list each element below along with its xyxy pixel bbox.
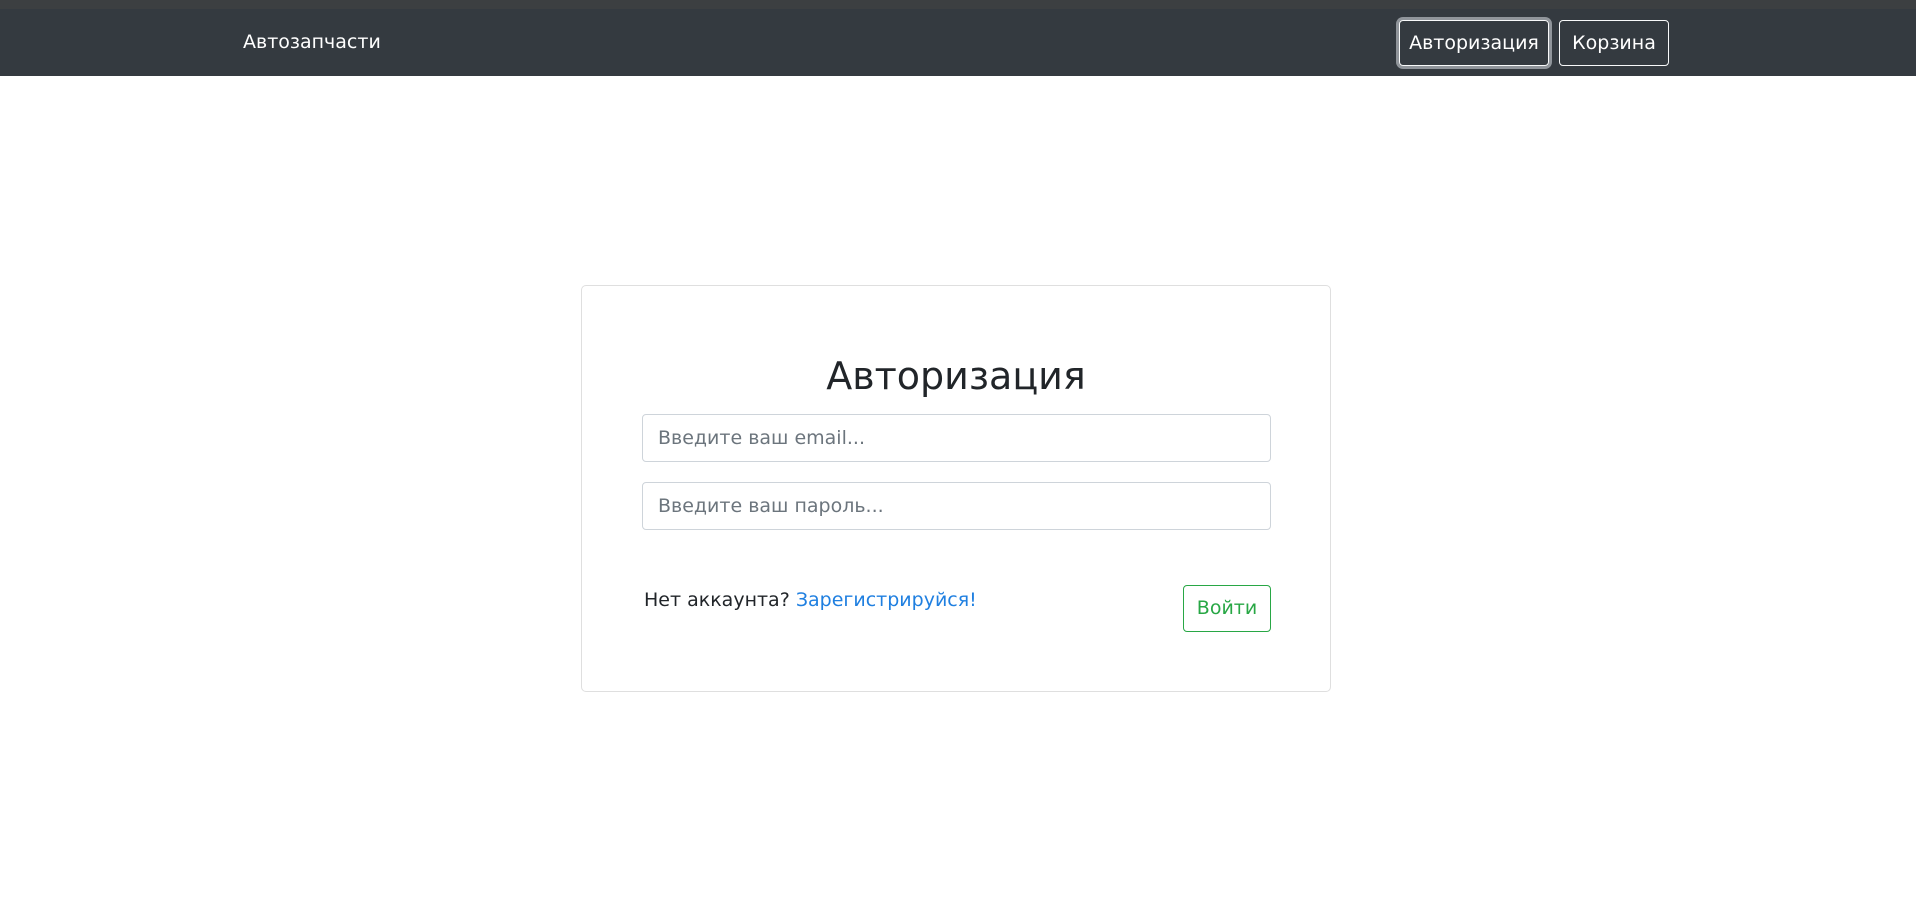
signup-row: Нет аккаунта? Зарегистрируйся! (644, 586, 977, 614)
login-card: Авторизация Нет аккаунта? Зарегистрируйс… (581, 285, 1331, 692)
page-title: Авторизация (826, 354, 1086, 398)
auth-button[interactable]: Авторизация (1399, 20, 1549, 66)
password-input[interactable] (642, 482, 1271, 530)
email-input[interactable] (642, 414, 1271, 462)
signup-link[interactable]: Зарегистрируйся! (796, 589, 977, 611)
navbar: Автозапчасти Авторизация Корзина (0, 9, 1916, 76)
brand-link[interactable]: Автозапчасти (243, 9, 381, 76)
login-button[interactable]: Войти (1183, 585, 1271, 632)
no-account-text: Нет аккаунта? (644, 589, 796, 611)
window-top-strip (0, 0, 1916, 9)
cart-button[interactable]: Корзина (1559, 20, 1669, 66)
